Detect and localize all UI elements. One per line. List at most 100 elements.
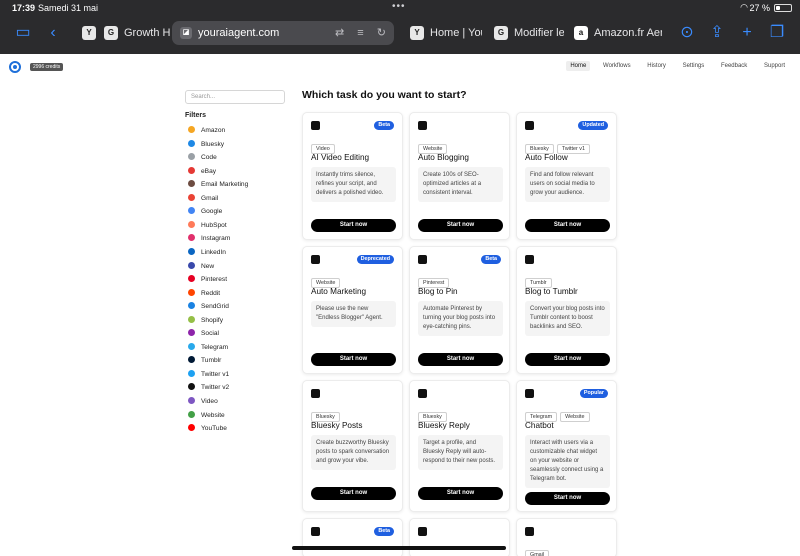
task-card[interactable]: Website Auto Blogging Create 100s of SEO-o… xyxy=(409,112,510,240)
search-input[interactable]: Search... xyxy=(185,90,285,104)
filter-icon xyxy=(188,302,195,310)
tag-list: Website xyxy=(418,137,450,154)
filter-item[interactable]: Website xyxy=(188,410,225,422)
status-time: 17:39 xyxy=(12,3,36,13)
task-card[interactable]: Beta Video AI Video Editing Instantly trims… xyxy=(302,112,403,240)
address-bar[interactable]: ◪ youraiagent.com ⇄ ≡ ↻ xyxy=(172,21,394,45)
task-card[interactable]: Deprecated Website Auto Marketing Please us… xyxy=(302,246,403,374)
tab-favicon: Y xyxy=(82,26,96,40)
filter-item[interactable]: eBay xyxy=(188,166,216,178)
task-card[interactable]: Popular Telegram Website Chatbot Interact wi… xyxy=(516,380,617,512)
filter-item[interactable]: SendGrid xyxy=(188,301,229,313)
task-description: Convert your blog posts into Tumblr cont… xyxy=(525,301,610,336)
nav-settings[interactable]: Settings xyxy=(679,61,709,71)
tag-list: Gmail xyxy=(525,543,552,556)
filter-item[interactable]: Tumblr xyxy=(188,355,221,367)
filter-item[interactable]: Video xyxy=(188,396,218,408)
translate-icon[interactable]: ⇄ xyxy=(335,21,344,45)
filter-item[interactable]: New xyxy=(188,261,214,273)
nav-history[interactable]: History xyxy=(643,61,670,71)
filter-item[interactable]: Bluesky xyxy=(188,139,224,151)
start-now-button[interactable]: Start now xyxy=(311,353,396,366)
page-title: Which task do you want to start? xyxy=(302,89,467,101)
filter-icon xyxy=(188,329,195,337)
battery-icon xyxy=(774,4,792,12)
filter-item[interactable]: Reddit xyxy=(188,288,220,300)
filter-label: Code xyxy=(201,154,217,162)
filter-label: Video xyxy=(201,398,218,405)
filter-label: Tumblr xyxy=(201,357,222,365)
task-icon xyxy=(311,527,320,536)
back-icon[interactable]: ‹ xyxy=(42,22,64,44)
filter-item[interactable]: Twitter v1 xyxy=(188,369,229,381)
start-now-button[interactable]: Start now xyxy=(418,487,503,500)
wifi-icon: ◠ xyxy=(740,2,748,12)
start-now-button[interactable]: Start now xyxy=(311,487,396,500)
filter-label: Website xyxy=(201,411,225,419)
task-card[interactable]: Beta xyxy=(302,518,403,556)
filter-label: Instagram xyxy=(201,235,231,243)
filter-item[interactable]: Instagram xyxy=(188,233,230,245)
sidebar-toggle-icon[interactable]: ▭ xyxy=(12,22,34,44)
filter-icon xyxy=(188,234,195,242)
filter-item[interactable]: Email Marketing xyxy=(188,179,248,191)
filter-item[interactable]: Gmail xyxy=(188,193,218,205)
filter-icon xyxy=(188,383,195,391)
tab-title: Growth Hac xyxy=(124,27,170,39)
browser-tab-3[interactable]: Y Home | Your xyxy=(402,21,482,45)
filter-item[interactable]: Twitter v2 xyxy=(188,382,229,394)
reload-icon[interactable]: ↻ xyxy=(377,21,386,45)
filter-item[interactable]: Shopify xyxy=(188,315,223,327)
nav-home[interactable]: Home xyxy=(566,61,591,71)
task-card[interactable]: Bluesky Bluesky Posts Create buzzworthy Bl… xyxy=(302,380,403,512)
start-now-button[interactable]: Start now xyxy=(525,353,610,366)
new-tab-icon[interactable]: + xyxy=(736,22,758,44)
filter-item[interactable]: Telegram xyxy=(188,342,228,354)
task-card[interactable] xyxy=(409,518,510,556)
filter-item[interactable]: Amazon xyxy=(188,125,225,137)
filter-icon xyxy=(188,315,195,323)
filter-item[interactable]: YouTube xyxy=(188,423,227,435)
nav-support[interactable]: Support xyxy=(760,61,789,71)
app-logo-icon[interactable] xyxy=(9,61,21,73)
task-title: Auto Marketing xyxy=(311,287,367,296)
start-now-button[interactable]: Start now xyxy=(525,219,610,232)
share-icon[interactable]: ⇪ xyxy=(706,22,728,44)
nav-workflows[interactable]: Workflows xyxy=(599,61,635,71)
task-card[interactable]: Bluesky Bluesky Reply Target a profile, an… xyxy=(409,380,510,512)
address-url[interactable]: youraiagent.com xyxy=(198,27,279,39)
tag-list: Tumblr xyxy=(525,271,555,288)
main-nav: Home Workflows History Settings Feedback… xyxy=(559,61,789,71)
task-card[interactable]: Beta Pinterest Blog to Pin Automate Pintere… xyxy=(409,246,510,374)
start-now-button[interactable]: Start now xyxy=(525,492,610,505)
nav-feedback[interactable]: Feedback xyxy=(717,61,751,71)
status-badge: Beta xyxy=(481,255,501,264)
task-icon xyxy=(525,527,534,536)
task-card[interactable]: Updated Bluesky Twitter v1 Auto Follow Find … xyxy=(516,112,617,240)
browser-tab-5[interactable]: a Amazon.fr Aersa xyxy=(566,21,662,45)
filter-label: YouTube xyxy=(201,425,227,433)
start-now-button[interactable]: Start now xyxy=(311,219,396,232)
start-now-button[interactable]: Start now xyxy=(418,353,503,366)
tabs-overview-icon[interactable]: ❐ xyxy=(766,22,788,44)
filter-item[interactable]: Code xyxy=(188,152,217,164)
filter-label: Email Marketing xyxy=(201,181,249,189)
filter-icon xyxy=(188,424,195,432)
filter-item[interactable]: HubSpot xyxy=(188,220,227,232)
filter-item[interactable]: LinkedIn xyxy=(188,247,226,259)
filter-item[interactable]: Pinterest xyxy=(188,274,227,286)
task-card[interactable]: Gmail xyxy=(516,518,617,556)
reader-icon[interactable]: ≡ xyxy=(357,21,363,45)
download-icon[interactable]: ⊙ xyxy=(676,22,698,44)
browser-tab-4[interactable]: G Modifier le c xyxy=(486,21,564,45)
browser-tab-2[interactable]: G Growth Hac xyxy=(96,21,170,45)
filter-item[interactable]: Google xyxy=(188,206,222,218)
filter-label: Twitter v2 xyxy=(201,384,230,392)
filter-label: Google xyxy=(201,208,223,216)
status-badge: Beta xyxy=(374,121,394,130)
filter-icon xyxy=(188,261,195,269)
filter-item[interactable]: Social xyxy=(188,328,219,340)
start-now-button[interactable]: Start now xyxy=(418,219,503,232)
multitasking-dots-icon[interactable]: ••• xyxy=(392,1,406,12)
task-card[interactable]: Tumblr Blog to Tumblr Convert your blog po… xyxy=(516,246,617,374)
